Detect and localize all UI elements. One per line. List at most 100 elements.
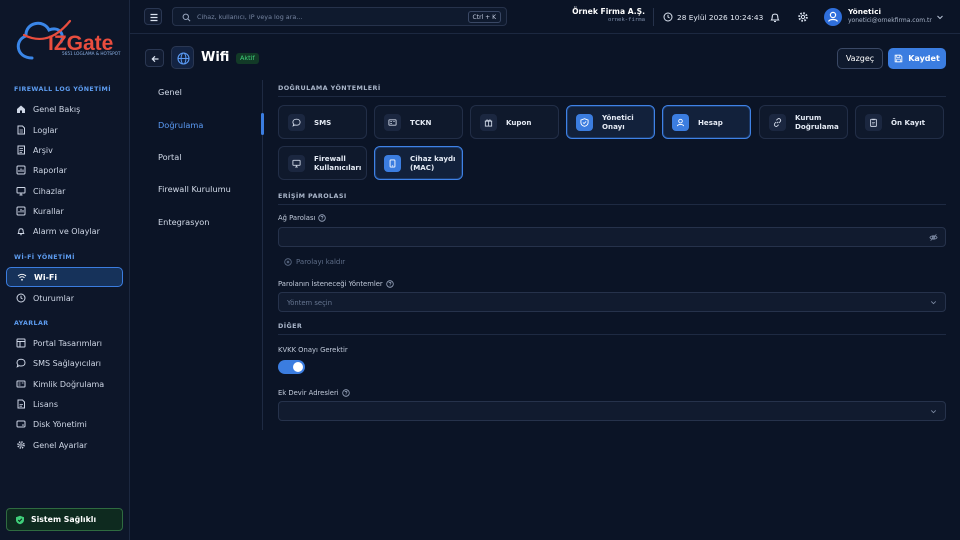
- header-divider: [653, 8, 654, 26]
- user-avatar[interactable]: [824, 8, 842, 26]
- save-label: Kaydet: [908, 54, 940, 63]
- method-sms[interactable]: SMS: [278, 105, 367, 139]
- sidebar-item-portal-designs[interactable]: Portal Tasarımları: [6, 333, 123, 353]
- method-icon-box: [480, 113, 497, 131]
- license-icon: [17, 399, 25, 409]
- user-icon: [676, 118, 685, 126]
- method-kurum-dogrulama[interactable]: Kurum Doğrulama: [759, 105, 848, 139]
- user-name[interactable]: Yönetici: [848, 7, 881, 16]
- subnav-dogrulama[interactable]: Doğrulama: [158, 120, 203, 130]
- id-card-icon: [16, 380, 26, 388]
- extra-addresses-select[interactable]: [278, 401, 946, 421]
- search-input[interactable]: Cihaz, kullanıcı, IP veya log ara... Ctr…: [172, 7, 507, 26]
- settings-gear-icon[interactable]: [797, 11, 809, 23]
- sidebar-item-sms-providers[interactable]: SMS Sağlayıcıları: [6, 353, 123, 373]
- remove-password-button[interactable]: Parolayı kaldır: [284, 258, 345, 266]
- monitor-icon: [16, 187, 26, 196]
- method-label: Ön Kayıt: [891, 117, 926, 127]
- sidebar-item-alarms[interactable]: Alarm ve Olaylar: [6, 221, 123, 241]
- method-on-kayit[interactable]: Ön Kayıt: [855, 105, 944, 139]
- help-icon[interactable]: [318, 214, 327, 222]
- method-firewall-kullanicilari[interactable]: Firewall Kullanıcıları: [278, 146, 367, 180]
- eye-off-icon[interactable]: [929, 233, 938, 242]
- method-yonetici-onayi[interactable]: Yönetici Onayı: [566, 105, 655, 139]
- clock-icon: [16, 293, 26, 303]
- company-name: Örnek Firma A.Ş.: [572, 7, 645, 16]
- section-divider: [278, 334, 946, 335]
- method-icon-box: [769, 113, 786, 131]
- subnav-genel[interactable]: Genel: [158, 87, 182, 97]
- sidebar-item-logs[interactable]: Loglar: [6, 120, 123, 140]
- page-title: Wifi: [201, 50, 230, 65]
- method-label: Kupon: [506, 117, 532, 127]
- sidebar-item-label: Wi-Fi: [34, 272, 58, 282]
- cancel-button[interactable]: Vazgeç: [837, 48, 883, 69]
- methods-section-title: DOĞRULAMA YÖNTEMLERİ: [278, 84, 381, 92]
- datetime-text: 28 Eylül 2026 10:24:43: [677, 12, 764, 22]
- chevron-down-icon: [930, 410, 937, 414]
- section-title-firewall: FIREWALL LOG YÖNETİMİ: [14, 86, 111, 93]
- globe-icon: [177, 52, 190, 65]
- link-icon: [773, 117, 782, 127]
- search-shortcut-badge: Ctrl + K: [467, 11, 501, 23]
- save-button[interactable]: Kaydet: [888, 48, 946, 69]
- access-section-title: ERİŞİM PAROLASI: [278, 192, 347, 200]
- sidebar-item-license[interactable]: Lisans: [6, 394, 123, 414]
- remove-password-label: Parolayı kaldır: [296, 258, 346, 266]
- toggle-knob: [293, 362, 303, 372]
- izgate-logo[interactable]: IZGate 5651 LOGLAMA & HOTSPOT: [12, 13, 122, 63]
- system-health-button[interactable]: Sistem Sağlıklı: [6, 508, 123, 531]
- method-icon-box: [384, 154, 401, 172]
- select-placeholder: Yöntem seçin: [287, 299, 332, 307]
- wifi-globe-icon-box: [171, 46, 194, 69]
- disk-icon: [16, 420, 26, 428]
- sidebar-item-label: Raporlar: [33, 165, 67, 175]
- remove-circle-icon: [284, 258, 292, 266]
- subnav-portal[interactable]: Portal: [158, 152, 182, 162]
- sidebar-item-archive[interactable]: Arşiv: [6, 140, 123, 160]
- sidebar-item-general-settings[interactable]: Genel Ayarlar: [6, 435, 123, 455]
- method-cihaz-kaydi[interactable]: Cihaz kaydı (MAC): [374, 146, 463, 180]
- shield-check-icon: [16, 515, 24, 524]
- health-label: Sistem Sağlıklı: [31, 515, 97, 524]
- help-icon[interactable]: [341, 389, 350, 397]
- chevron-down-icon[interactable]: [936, 13, 944, 21]
- subnav-firewall-kurulumu[interactable]: Firewall Kurulumu: [158, 184, 231, 194]
- back-button[interactable]: [145, 49, 164, 67]
- help-icon[interactable]: [386, 280, 394, 288]
- method-icon-box: [288, 113, 305, 131]
- subnav-entegrasyon[interactable]: Entegrasyon: [158, 217, 210, 227]
- method-tckn[interactable]: TCKN: [374, 105, 463, 139]
- sidebar-item-rules[interactable]: Kurallar: [6, 201, 123, 221]
- field-label-text: Ağ Parolası: [278, 214, 316, 222]
- company-slug: ornek-firma: [607, 17, 645, 23]
- sidebar-item-disk[interactable]: Disk Yönetimi: [6, 414, 123, 434]
- sidebar-item-label: Portal Tasarımları: [33, 338, 103, 348]
- sidebar-item-overview[interactable]: Genel Bakış: [6, 99, 123, 119]
- monitor-icon: [292, 159, 301, 168]
- method-kupon[interactable]: Kupon: [470, 105, 559, 139]
- kvkk-toggle[interactable]: [278, 360, 305, 374]
- settings-subnav: Genel Doğrulama Portal Firewall Kurulumu…: [145, 80, 264, 430]
- sidebar-item-reports[interactable]: Raporlar: [6, 160, 123, 180]
- wifi-icon: [17, 273, 27, 281]
- logo-tagline: 5651 LOGLAMA & HOTSPOT: [62, 51, 121, 56]
- company-switcher[interactable]: Örnek Firma A.Ş. ornek-firma: [572, 7, 645, 23]
- other-section-title: DİĞER: [278, 322, 303, 330]
- extra-addresses-label: Ek Devir Adresleri: [278, 389, 350, 397]
- sidebar-item-authentication[interactable]: Kimlik Doğrulama: [6, 374, 123, 394]
- section-title-wifi: Wİ-Fİ YÖNETİMİ: [14, 254, 75, 261]
- menu-toggle-button[interactable]: [144, 8, 162, 25]
- sidebar-item-sessions[interactable]: Oturumlar: [6, 288, 123, 308]
- clock-icon: [663, 12, 673, 22]
- method-hesap[interactable]: Hesap: [662, 105, 751, 139]
- sidebar-item-devices[interactable]: Cihazlar: [6, 181, 123, 201]
- network-password-input[interactable]: [278, 227, 946, 247]
- method-label: Firewall Kullanıcıları: [314, 154, 362, 172]
- shield-icon: [580, 117, 589, 127]
- sidebar-item-wifi[interactable]: Wi-Fi: [6, 267, 123, 287]
- notifications-bell-icon[interactable]: [769, 11, 781, 23]
- sidebar-item-label: Loglar: [33, 125, 58, 135]
- gift-icon: [484, 118, 493, 127]
- password-methods-select[interactable]: Yöntem seçin: [278, 292, 946, 312]
